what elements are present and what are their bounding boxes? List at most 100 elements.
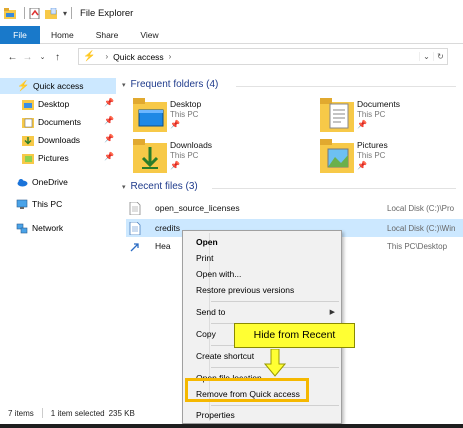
cloud-icon: [17, 178, 28, 186]
documents-folder-icon: [22, 117, 34, 128]
pin-icon[interactable]: 📌: [104, 98, 114, 107]
frequent-folder-documents[interactable]: Documents This PC 📌: [320, 98, 463, 140]
sidebar-item-desktop[interactable]: Desktop: [22, 96, 116, 112]
pin-icon: 📌: [170, 120, 180, 129]
sidebar-item-label: OneDrive: [32, 177, 68, 187]
frequent-folder-pictures[interactable]: Pictures This PC 📌: [320, 139, 463, 181]
desktop-folder-icon: [133, 98, 167, 132]
sidebar-item-label: Network: [32, 223, 64, 233]
quick-access-lightning-icon: ⚡: [83, 51, 96, 62]
collapse-chevron-icon[interactable]: ▾: [122, 81, 126, 89]
menu-item-create-shortcut[interactable]: Create shortcut: [196, 351, 254, 361]
file-name: Hea: [155, 241, 171, 251]
frequent-folder-downloads[interactable]: Downloads This PC 📌: [133, 139, 303, 181]
recent-locations-chevron-icon[interactable]: ⌄: [35, 53, 50, 61]
menu-separator: [211, 405, 339, 406]
folder-location: This PC: [170, 110, 199, 119]
breadcrumb-chevron-icon[interactable]: ›: [105, 52, 108, 61]
pin-icon: 📌: [357, 120, 367, 129]
forward-arrow-icon[interactable]: →: [20, 52, 35, 63]
menu-item-print[interactable]: Print: [196, 253, 213, 263]
pin-icon[interactable]: 📌: [104, 134, 114, 143]
folder-name: Pictures: [357, 140, 388, 150]
new-folder-icon[interactable]: [45, 7, 57, 19]
file-name: credits: [155, 223, 181, 233]
tab-home[interactable]: Home: [40, 26, 85, 44]
properties-icon[interactable]: [29, 7, 41, 19]
sidebar-item-label: Desktop: [38, 99, 70, 109]
recent-files-title: Recent files (3): [130, 181, 198, 192]
menu-item-restore-previous-versions[interactable]: Restore previous versions: [196, 285, 294, 295]
refresh-icon[interactable]: ↻: [433, 52, 447, 61]
status-item-count: 7 items: [8, 408, 34, 418]
status-size: 235 KB: [108, 408, 135, 418]
tab-share[interactable]: Share: [85, 26, 130, 44]
address-dropdown-chevron-icon[interactable]: ⌄: [419, 52, 433, 61]
pin-icon: 📌: [170, 161, 180, 170]
title-separator: [24, 7, 25, 19]
frequent-folders-header[interactable]: ▾ Frequent folders (4): [122, 79, 218, 90]
lightning-icon: ⚡: [17, 80, 30, 92]
folder-name: Documents: [357, 99, 400, 109]
navigation-bar: ← → ⌄ ↑ ⚡ › Quick access › ⌄ ↻: [0, 44, 463, 70]
address-bar-controls: ⌄ ↻: [419, 49, 447, 64]
downloads-folder-icon: [133, 139, 167, 173]
sidebar-item-quick-access[interactable]: ⚡ Quick access: [0, 78, 116, 94]
text-file-icon: [129, 221, 141, 235]
folder-name: Desktop: [170, 99, 202, 109]
ribbon-tabs: File Home Share View: [0, 26, 463, 44]
file-location: This PC\Desktop: [387, 241, 448, 251]
sidebar-item-network[interactable]: Network: [16, 220, 116, 236]
folder-name: Downloads: [170, 140, 213, 150]
pictures-folder-icon: [22, 153, 34, 164]
up-arrow-icon[interactable]: ↑: [50, 52, 65, 63]
sidebar-item-documents[interactable]: Documents: [22, 114, 116, 130]
tab-file[interactable]: File: [0, 26, 40, 44]
customize-toolbar-icon[interactable]: ▾: [63, 9, 67, 18]
callout-down-arrow-icon: [264, 349, 286, 377]
back-arrow-icon[interactable]: ←: [5, 52, 20, 63]
file-name: open_source_licenses: [155, 203, 240, 213]
sidebar-item-label: Pictures: [38, 153, 69, 163]
folder-location: This PC: [170, 151, 199, 160]
sidebar-item-onedrive[interactable]: OneDrive: [16, 174, 116, 190]
recent-files-header[interactable]: ▾ Recent files (3): [122, 181, 198, 192]
title-separator: [71, 7, 73, 19]
submenu-arrow-icon: ▶: [329, 309, 335, 316]
file-location: Local Disk (C:)\Pro: [387, 203, 455, 213]
hide-from-recent-callout: Hide from Recent: [234, 323, 355, 348]
pin-icon[interactable]: 📌: [104, 116, 114, 125]
address-bar[interactable]: ⚡ › Quick access › ⌄ ↻: [78, 48, 448, 65]
downloads-folder-icon: [22, 135, 34, 146]
breadcrumb-quick-access[interactable]: Quick access: [113, 52, 164, 62]
recent-file-row[interactable]: open_source_licenses Local Disk (C:)\Pro: [126, 199, 463, 217]
shortcut-file-icon: [130, 242, 139, 251]
file-location: Local Disk (C:)\Win: [387, 223, 456, 233]
window-title: File Explorer: [80, 7, 134, 19]
pin-icon: 📌: [357, 161, 367, 170]
section-divider: [236, 86, 456, 87]
documents-folder-icon: [320, 98, 354, 132]
pin-icon[interactable]: 📌: [104, 152, 114, 161]
menu-separator: [211, 301, 339, 302]
sidebar-item-label: Quick access: [33, 81, 84, 91]
menu-item-open-with[interactable]: Open with...: [196, 269, 241, 279]
sidebar-item-label: Downloads: [38, 135, 81, 145]
frequent-folder-desktop[interactable]: Desktop This PC 📌: [133, 98, 303, 140]
status-selection: 1 item selected: [50, 408, 105, 418]
menu-item-send-to[interactable]: Send to: [196, 307, 225, 317]
menu-item-open[interactable]: Open: [196, 237, 218, 247]
pictures-folder-icon: [320, 139, 354, 173]
sidebar-item-this-pc[interactable]: This PC: [16, 196, 116, 212]
menu-item-properties[interactable]: Properties: [196, 410, 235, 420]
status-bar: 7 items 1 item selected 235 KB: [0, 404, 180, 422]
sidebar-item-pictures[interactable]: Pictures: [22, 150, 116, 166]
breadcrumb-chevron-icon[interactable]: ›: [169, 52, 172, 61]
sidebar-item-label: Documents: [38, 117, 81, 127]
status-separator: [41, 408, 43, 418]
title-bar: ▾ File Explorer: [0, 0, 463, 26]
collapse-chevron-icon[interactable]: ▾: [122, 183, 126, 191]
sidebar-item-downloads[interactable]: Downloads: [22, 132, 116, 148]
tab-view[interactable]: View: [129, 26, 169, 44]
menu-item-copy[interactable]: Copy: [196, 329, 216, 339]
